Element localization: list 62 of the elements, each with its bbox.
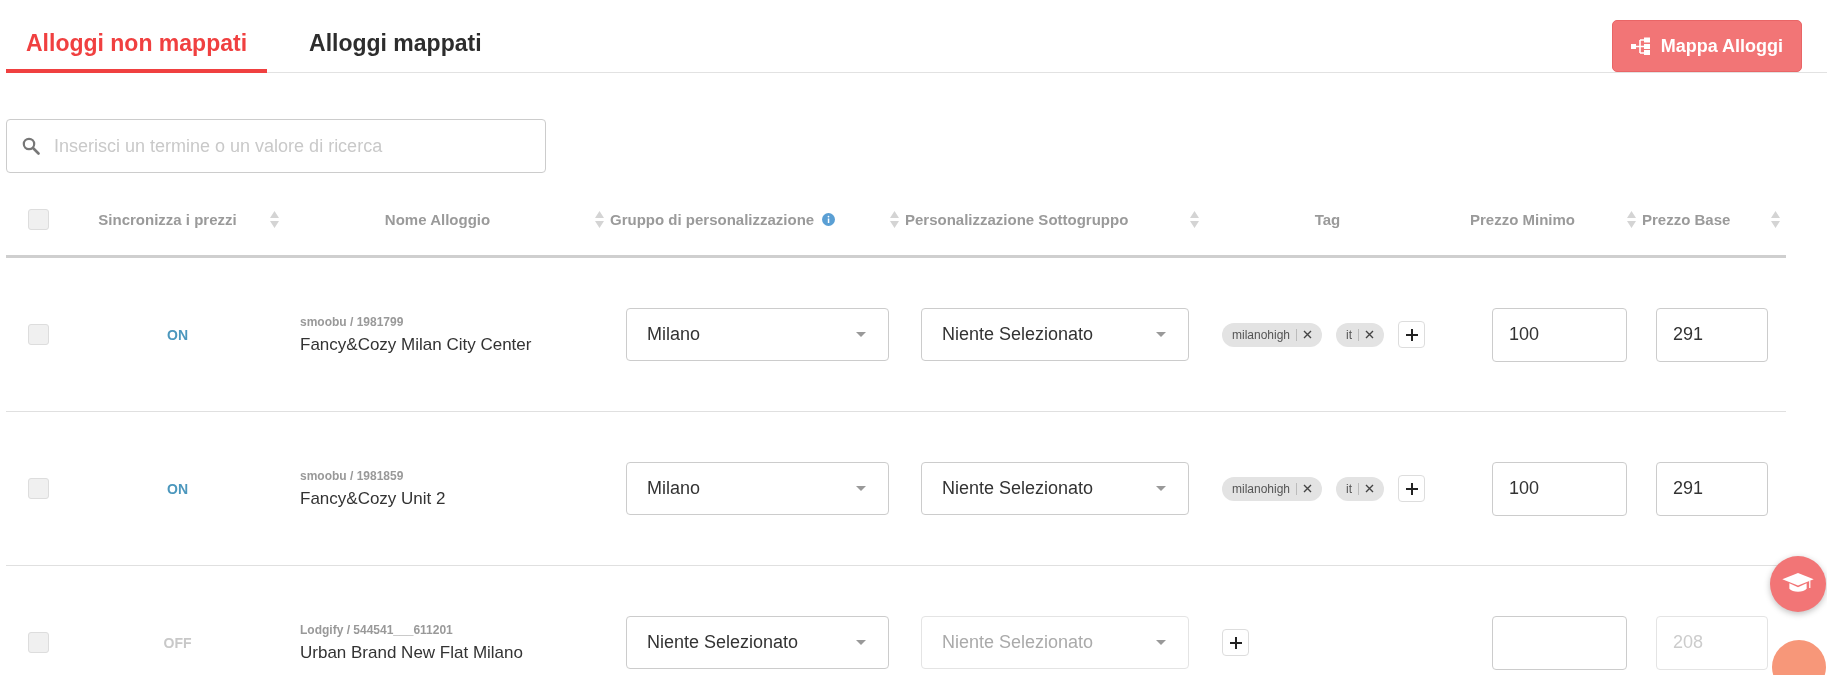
tab[interactable]: Alloggi non mappati [6, 20, 268, 73]
sync-status[interactable]: ON [167, 326, 188, 343]
sort-icon[interactable] [890, 211, 899, 228]
add-tag-button[interactable] [1222, 629, 1249, 656]
sort-icon[interactable] [270, 211, 279, 228]
minimum-price-field[interactable]: 100 [1492, 307, 1627, 362]
plus-icon [1229, 636, 1242, 649]
accommodation-name: Urban Brand New Flat Milano [300, 642, 523, 663]
column-header[interactable]: Gruppo di personalizzazione [610, 183, 905, 255]
caret-icon [856, 332, 866, 337]
accommodation-name: Fancy&Cozy Milan City Center [300, 334, 532, 355]
tag-chip: milanohigh [1222, 476, 1323, 501]
tag-chip: it [1336, 476, 1385, 501]
minimum-price-field[interactable]: 100 [1492, 461, 1627, 516]
group-dropdown[interactable]: Niente Selezionato [626, 616, 889, 669]
base-price-field[interactable]: 291 [1656, 307, 1768, 362]
caret-icon [1156, 486, 1166, 491]
caret-icon [1156, 332, 1166, 337]
plus-icon [1405, 328, 1418, 341]
row-checkbox[interactable] [27, 632, 49, 653]
sort-icon[interactable] [1627, 211, 1636, 228]
source-id: Lodgify / 544541___611201 [300, 622, 453, 637]
info-icon[interactable] [822, 212, 836, 226]
column-header[interactable]: Personalizzazione Sottogruppo [905, 183, 1205, 255]
close-icon[interactable] [1303, 330, 1313, 339]
sort-icon[interactable] [1771, 211, 1780, 228]
group-dropdown[interactable]: Milano [626, 462, 889, 515]
accommodation-name: Fancy&Cozy Unit 2 [300, 488, 446, 509]
column-header[interactable]: Tag [1205, 183, 1470, 255]
column-header[interactable]: Prezzo Minimo [1470, 183, 1642, 255]
select-all-checkbox[interactable] [27, 208, 49, 230]
tag-chip: it [1336, 322, 1385, 347]
source-id: smoobu / 1981859 [300, 468, 404, 483]
subgroup-dropdown[interactable]: Niente Selezionato [921, 308, 1189, 361]
graduation-cap-icon [1782, 573, 1814, 595]
sync-status[interactable]: ON [167, 480, 188, 497]
close-icon[interactable] [1365, 330, 1375, 339]
tab[interactable]: Alloggi mappati [289, 20, 502, 73]
plus-icon [1405, 482, 1418, 495]
row-checkbox[interactable] [27, 324, 49, 345]
close-icon[interactable] [1303, 484, 1313, 493]
close-icon[interactable] [1365, 484, 1375, 493]
column-header[interactable]: Nome Alloggio [285, 183, 610, 255]
caret-icon [856, 640, 866, 645]
column-header[interactable]: Prezzo Base [1642, 183, 1786, 255]
add-tag-button[interactable] [1398, 475, 1426, 502]
tutorial-button[interactable] [1770, 556, 1826, 612]
add-tag-button[interactable] [1398, 321, 1426, 348]
base-price-field[interactable]: 291 [1656, 461, 1768, 516]
caret-icon [1156, 640, 1166, 645]
sort-icon[interactable] [1190, 211, 1199, 228]
hierarchy-icon [1630, 37, 1651, 55]
minimum-price-field[interactable] [1492, 615, 1627, 670]
tag-chip: milanohigh [1222, 322, 1323, 347]
caret-icon [856, 486, 866, 491]
row-checkbox[interactable] [27, 478, 49, 499]
column-header[interactable]: Sincronizza i prezzi [70, 183, 285, 255]
group-dropdown[interactable]: Milano [626, 308, 889, 361]
subgroup-dropdown[interactable]: Niente Selezionato [921, 462, 1189, 515]
sort-icon[interactable] [595, 211, 604, 228]
source-id: smoobu / 1981799 [300, 314, 404, 329]
map-accommodations-button[interactable]: Mappa Alloggi [1611, 20, 1802, 72]
